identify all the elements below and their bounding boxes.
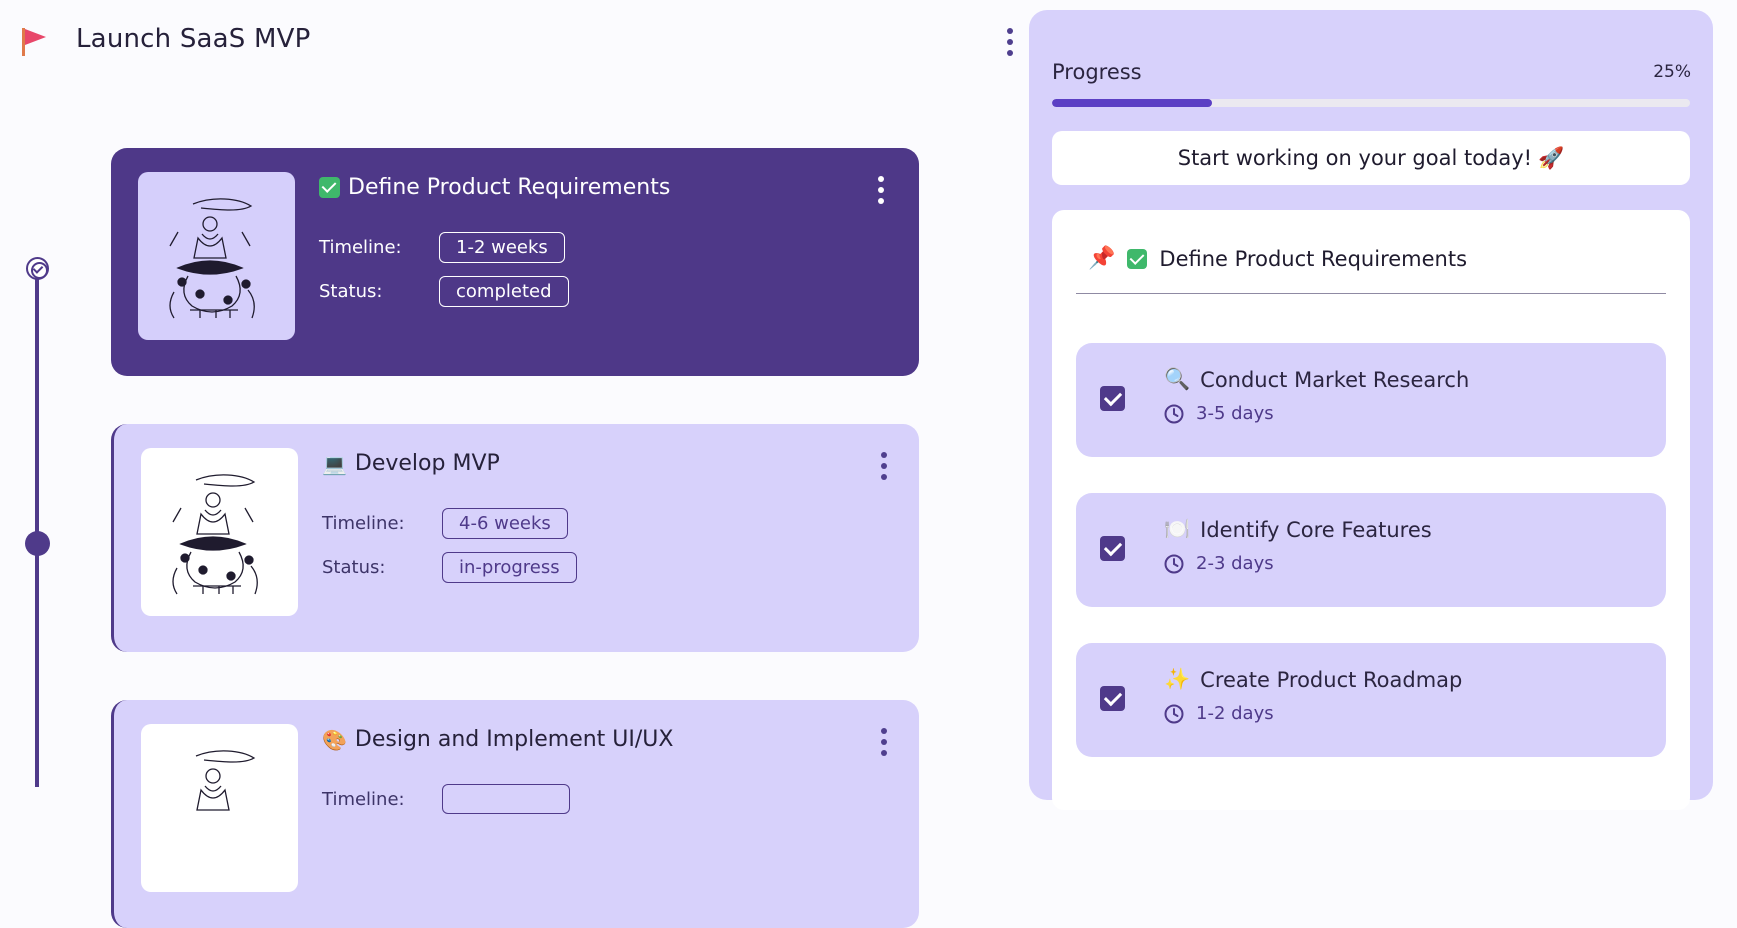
plate-icon: 🍽️ [1164,517,1191,541]
task-name: Identify Core Features [1200,517,1432,542]
computer-icon: 💻 [322,451,347,476]
goal-detail-panel: Progress 25% Start working on your goal … [1029,10,1713,810]
milestone-detail-header: 📌 Define Product Requirements [1088,246,1467,271]
task-name: Create Product Roadmap [1200,667,1463,692]
task-checkbox[interactable] [1100,386,1125,411]
motivation-banner: Start working on your goal today! 🚀 [1052,131,1690,185]
task-checkbox[interactable] [1100,536,1125,561]
task-item[interactable]: 🔍 Conduct Market Research 3-5 days [1076,343,1666,457]
divider [1076,293,1666,294]
milestone-status-row: Status: in-progress [322,552,577,583]
progress-label: Progress [1052,60,1142,84]
milestone-timeline-row: Timeline: [322,784,570,814]
timeline-badge: 1-2 weeks [439,232,565,263]
palette-icon: 🎨 [322,727,347,752]
milestone-name: Develop MVP [354,451,500,476]
task-duration: 1-2 days [1164,703,1274,724]
task-duration: 2-3 days [1164,553,1274,574]
timeline-rail [35,267,39,787]
timeline-badge: 4-6 weeks [442,508,568,539]
task-duration-text: 1-2 days [1196,703,1274,724]
timeline-label: Timeline: [319,237,402,258]
milestone-name: Design and Implement UI/UX [354,727,674,752]
clock-icon [1164,404,1184,423]
meditation-illustration-icon [169,198,255,319]
clock-icon [1164,704,1184,723]
flag-icon [22,28,46,56]
task-title: 🍽️ Identify Core Features [1164,517,1432,542]
milestone-detail-card: 📌 Define Product Requirements 🔍 Conduct … [1052,210,1690,810]
meditation-illustration-icon [172,474,258,595]
milestone-card[interactable]: 💻 Develop MVP Timeline: 4-6 weeks Status… [111,424,919,652]
task-title: ✨ Create Product Roadmap [1164,667,1462,692]
check-mark-icon [1127,248,1148,269]
milestone-name: Define Product Requirements [348,175,671,200]
status-label: Status: [319,281,383,302]
goal-title: Launch SaaS MVP [76,24,311,54]
task-item[interactable]: 🍽️ Identify Core Features 2-3 days [1076,493,1666,607]
status-label: Status: [322,557,386,578]
timeline-node-completed-icon [26,257,49,280]
progress-percent: 25% [1653,62,1691,82]
progress-bar [1052,99,1690,107]
milestone-illustration [138,172,295,340]
status-badge: in-progress [442,552,577,583]
milestone-title: Define Product Requirements [319,175,670,200]
task-duration-text: 3-5 days [1196,403,1274,424]
timeline-label: Timeline: [322,513,405,534]
rocket-icon: 🚀 [1538,145,1565,170]
magnifier-icon: 🔍 [1164,367,1191,391]
timeline-badge [442,784,570,814]
milestone-status-row: Status: completed [319,276,569,307]
check-mark-icon [319,177,340,198]
milestone-menu-button[interactable] [880,728,888,756]
task-name: Conduct Market Research [1200,367,1470,392]
pin-icon: 📌 [1088,246,1116,271]
milestone-card[interactable]: 🎨 Design and Implement UI/UX Timeline: [111,700,919,928]
goal-header: Launch SaaS MVP [0,0,1030,86]
goal-menu-button[interactable] [1006,28,1014,56]
milestone-menu-button[interactable] [877,176,885,204]
milestone-card[interactable]: Define Product Requirements Timeline: 1-… [111,148,919,376]
milestone-timeline-row: Timeline: 4-6 weeks [322,508,568,539]
status-badge: completed [439,276,569,307]
milestone-title: 🎨 Design and Implement UI/UX [322,727,673,752]
clock-icon [1164,554,1184,573]
meditation-illustration-icon [195,750,256,811]
progress-bar-fill [1052,99,1212,107]
milestone-illustration [141,724,298,892]
task-checkbox[interactable] [1100,686,1125,711]
timeline-node-active-icon [25,531,50,556]
milestone-illustration [141,448,298,616]
task-item[interactable]: ✨ Create Product Roadmap 1-2 days [1076,643,1666,757]
sparkles-icon: ✨ [1164,667,1191,691]
milestone-menu-button[interactable] [880,452,888,480]
motivation-text: Start working on your goal today! [1177,146,1533,170]
milestone-detail-title: Define Product Requirements [1159,246,1468,271]
task-title: 🔍 Conduct Market Research [1164,367,1469,392]
milestone-title: 💻 Develop MVP [322,451,500,476]
task-duration-text: 2-3 days [1196,553,1274,574]
milestone-timeline-row: Timeline: 1-2 weeks [319,232,565,263]
task-duration: 3-5 days [1164,403,1274,424]
timeline-label: Timeline: [322,788,405,810]
